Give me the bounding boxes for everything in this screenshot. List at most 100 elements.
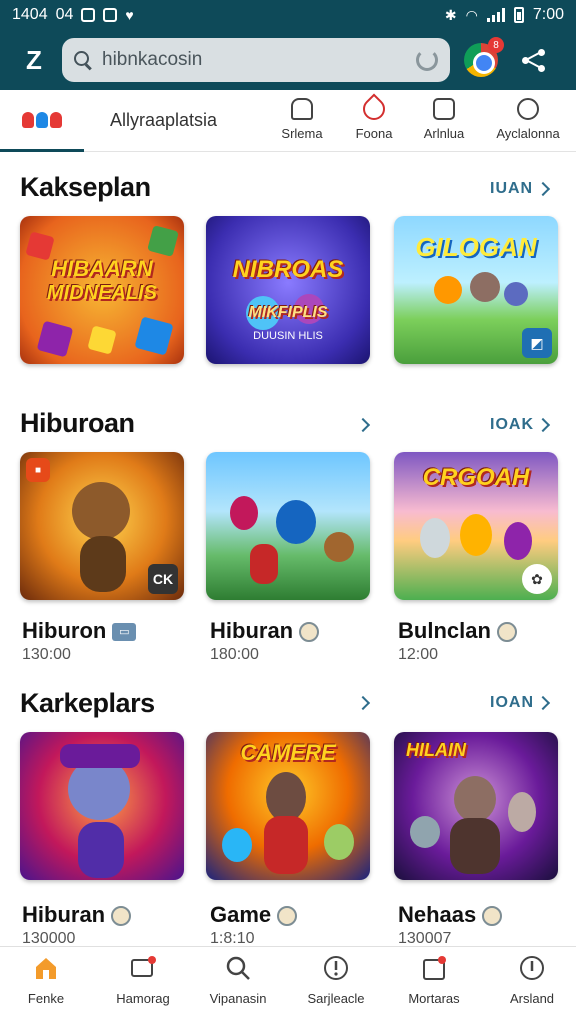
verified-badge-icon [299,622,320,643]
brand-logo-icon [22,111,62,128]
tab-foona[interactable]: Foona [336,93,412,141]
alert-circle-icon [323,955,349,981]
status-text: 1404 [12,6,48,23]
bottom-nav-label: Hamorag [116,991,170,1006]
bottom-nav-label: Mortaras [408,991,460,1006]
app-logo[interactable]: Z [12,38,56,82]
home-outline-icon [291,98,313,120]
signal-icon [486,8,505,22]
game-name[interactable]: Hiburan [210,618,320,644]
status-text-2: 04 [55,6,74,23]
search-bar[interactable] [62,38,450,82]
game-card[interactable]: CRGOAH ✿ [394,452,558,600]
game-name[interactable]: Bulnclan [398,618,517,644]
section-title: Kakseplan [20,172,151,202]
chevron-right-icon[interactable] [355,695,371,711]
bottom-nav-label: Sarjleacle [307,991,365,1006]
game-name[interactable]: Game [210,902,298,928]
game-card[interactable]: HIBAARN MIDNEALIS [20,216,184,364]
card-art-subtitle: MIKFIPLIS [248,304,328,321]
game-card[interactable]: HILAIN [394,732,558,880]
category-nav: Allyraaplatsia Srlema Foona Arlnlua Aycl… [0,90,576,152]
card-art-title: HIBAARN [51,256,153,281]
tab-label: Ayclalonna [496,126,560,141]
bottom-nav-label: Vipanasin [209,991,267,1006]
bottom-nav-item-notifications[interactable]: Mortaras [386,955,482,1006]
chevron-right-icon[interactable] [535,417,551,433]
browser-icon[interactable]: 8 [464,37,504,77]
app-header: Z 8 [0,30,576,90]
heart-icon: ♥ [125,7,134,23]
app-logo-icon: ■ [26,458,50,482]
section-more-link[interactable]: IOAN [490,694,534,712]
smiley-box-icon [433,98,455,120]
card-corner-icon: ◩ [522,328,552,358]
game-card[interactable]: ■ CK [20,452,184,600]
game-name[interactable]: Nehaas [398,902,503,928]
game-name[interactable]: Hiburan [22,902,132,928]
game-card[interactable]: CAMERE [206,732,370,880]
search-icon [74,51,92,69]
tab-arlnlua[interactable]: Arlnlua [406,98,482,141]
tab-label: Srlema [281,126,323,141]
section-title: Hiburoan [20,408,135,438]
tab-brand[interactable] [0,90,84,152]
section-title: Karkeplars [20,688,155,718]
game-time: 12:00 [398,646,439,663]
game-card[interactable] [206,452,370,600]
info-circle-icon [519,955,545,981]
tab-label: Foona [355,126,393,141]
chat-badge-icon: ▭ [112,623,137,642]
chevron-right-icon[interactable] [355,417,371,433]
bottom-nav-item-info[interactable]: Arsland [484,955,576,1006]
section-more-link[interactable]: IUAN [490,180,533,198]
messages-icon [130,955,156,981]
browser-badge: 8 [488,37,504,53]
wifi-icon: ◠ [465,6,478,23]
card-corner-icon: ✿ [522,564,552,594]
bottom-nav-item-alerts[interactable]: Sarjleacle [288,955,384,1006]
bottom-nav: Fenke Hamorag Vipanasin Sarjleacle Morta… [0,946,576,1024]
app-notification-icon [81,8,96,22]
game-time: 180:00 [210,646,259,663]
game-card[interactable]: GILOGAN ◩ [394,216,558,364]
chevron-right-icon[interactable] [535,695,551,711]
chevron-right-icon[interactable] [535,181,551,197]
game-card[interactable]: NIBROAS MIKFIPLIS DUUSIN HLIS [206,216,370,364]
home-icon [33,955,59,981]
status-bar: 1404 04 ♥ ✱ ◠ 7:00 [0,0,576,30]
bottom-nav-label: Fenke [27,991,65,1006]
verified-badge-icon [111,906,132,927]
section-more-link[interactable]: IOAK [490,416,534,434]
game-time: 130:00 [22,646,71,663]
verified-badge-icon [482,906,503,927]
search-input[interactable] [102,49,392,71]
verified-badge-icon [277,906,298,927]
search-icon [225,955,251,981]
card-art-title: CAMERE [240,740,336,765]
card-corner-label: CK [148,564,178,594]
reload-icon[interactable] [416,49,438,71]
bottom-nav-label: Arsland [509,991,555,1006]
game-name[interactable]: Hiburon ▭ [22,618,137,644]
status-time: 7:00 [532,6,564,23]
nav-title: Allyraaplatsia [110,110,218,130]
bottom-nav-item-messages[interactable]: Hamorag [95,955,191,1006]
tab-srlema[interactable]: Srlema [264,98,340,141]
battery-icon [513,7,524,23]
card-art-title: GILOGAN [415,232,537,262]
card-art-title: NIBROAS [232,256,344,283]
card-art-subtitle: MIDNEALIS [47,282,157,304]
card-art-title: HILAIN [406,740,466,760]
gallery-notification-icon [103,8,118,22]
share-icon[interactable] [520,47,546,73]
verified-badge-icon [496,622,517,643]
card-art-caption: DUUSIN HLIS [253,330,323,342]
game-card[interactable] [20,732,184,880]
tab-ayclalonna[interactable]: Ayclalonna [490,98,566,141]
bottom-nav-item-search[interactable]: Vipanasin [190,955,286,1006]
tab-label: Arlnlua [423,126,465,141]
bluetooth-icon: ✱ [444,6,457,23]
bottom-nav-item-home[interactable]: Fenke [0,955,94,1006]
app-root: 1404 04 ♥ ✱ ◠ 7:00 Z 8 [0,0,576,1024]
